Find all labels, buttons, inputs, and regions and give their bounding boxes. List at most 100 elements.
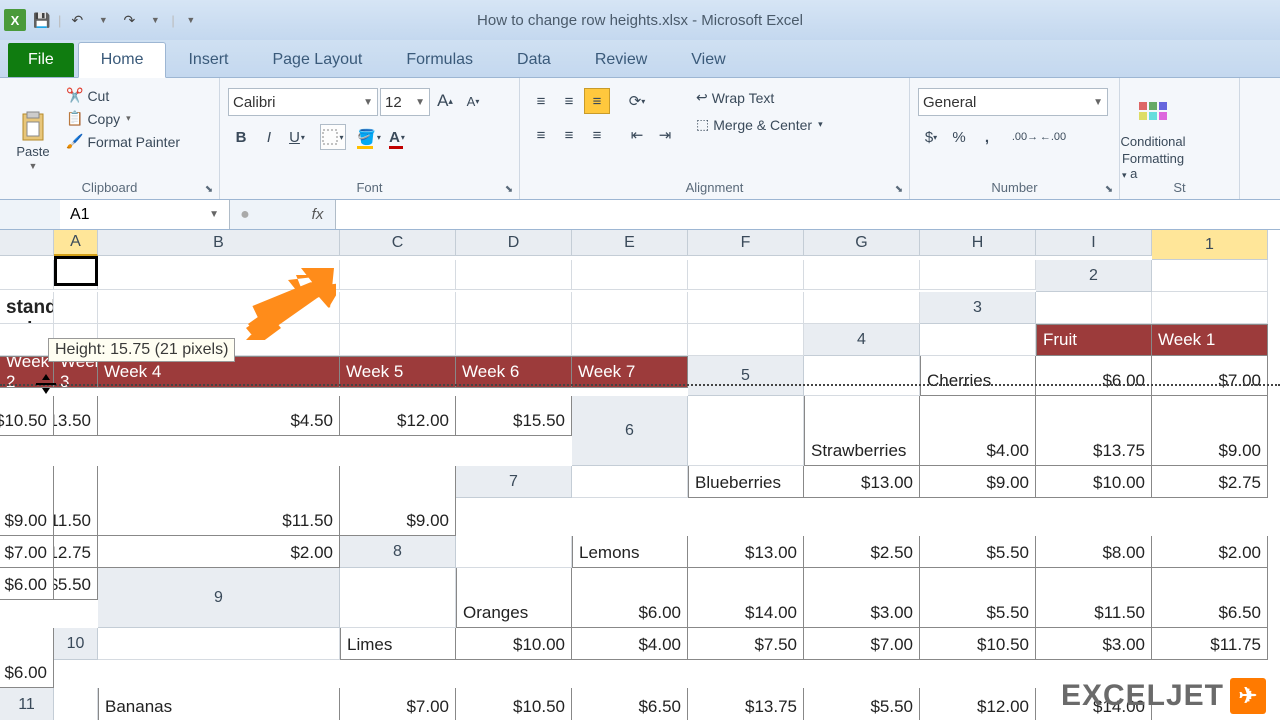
cell-B8[interactable]: Lemons [572, 536, 688, 568]
cell-D11[interactable]: $10.50 [456, 688, 572, 720]
cell-F3[interactable] [340, 324, 456, 356]
cell-D7[interactable]: $9.00 [920, 466, 1036, 498]
redo-icon[interactable]: ↷ [119, 10, 139, 30]
tab-page-layout[interactable]: Page Layout [250, 43, 384, 77]
row-header-8[interactable]: 8 [340, 536, 456, 568]
row-header-10[interactable]: 10 [54, 628, 98, 660]
row-header-7[interactable]: 7 [456, 466, 572, 498]
merge-center-button[interactable]: ⬚Merge & Center▾ [692, 115, 827, 134]
cell-A6[interactable] [688, 396, 804, 466]
cell-C9[interactable]: $6.00 [572, 568, 688, 628]
cell-I3[interactable] [688, 324, 804, 356]
cell-G8[interactable]: $2.00 [1152, 536, 1268, 568]
cell-B4[interactable]: Fruit [1036, 324, 1152, 356]
column-header-H[interactable]: H [920, 230, 1036, 256]
cell-F2[interactable] [456, 292, 572, 324]
cell-G3[interactable] [456, 324, 572, 356]
cell-F11[interactable]: $13.75 [688, 688, 804, 720]
cell-G9[interactable]: $11.50 [1036, 568, 1152, 628]
align-center-icon[interactable]: ≡ [556, 122, 582, 148]
increase-indent-icon[interactable]: ⇥ [652, 122, 678, 148]
cell-E5[interactable]: $10.50 [0, 396, 54, 436]
cell-E7[interactable]: $10.00 [1036, 466, 1152, 498]
cell-H9[interactable]: $6.50 [1152, 568, 1268, 628]
copy-button[interactable]: 📋Copy▾ [62, 109, 184, 128]
cell-E9[interactable]: $3.00 [804, 568, 920, 628]
cell-G7[interactable]: $7.00 [0, 536, 54, 568]
cell-I7[interactable]: $2.00 [98, 536, 340, 568]
cell-D10[interactable]: $4.00 [572, 628, 688, 660]
cell-B11[interactable]: Bananas [98, 688, 340, 720]
cell-H2[interactable] [688, 292, 804, 324]
cell-F10[interactable]: $7.00 [804, 628, 920, 660]
align-left-icon[interactable]: ≡ [528, 122, 554, 148]
font-launcher-icon[interactable]: ⬊ [502, 182, 516, 196]
cell-F6[interactable]: $9.00 [0, 466, 54, 536]
cell-G11[interactable]: $5.50 [804, 688, 920, 720]
cell-E6[interactable]: $9.00 [1152, 396, 1268, 466]
cell-C3[interactable] [0, 324, 54, 356]
cell-G2[interactable] [572, 292, 688, 324]
cell-H6[interactable]: $11.50 [98, 466, 340, 536]
cell-B7[interactable]: Blueberries [688, 466, 804, 498]
name-box[interactable]: A1▼ [60, 200, 230, 229]
row-header-3[interactable]: 3 [920, 292, 1036, 324]
cell-D8[interactable]: $2.50 [804, 536, 920, 568]
cell-A1[interactable] [0, 260, 54, 290]
paste-dropdown-icon[interactable]: ▼ [29, 161, 38, 171]
cell-G5[interactable]: $4.50 [98, 396, 340, 436]
select-all-corner[interactable] [0, 230, 54, 256]
name-box-dropdown-icon[interactable]: ▼ [209, 209, 219, 220]
cell-G1[interactable] [688, 260, 804, 290]
cell-G10[interactable]: $10.50 [920, 628, 1036, 660]
align-middle-icon[interactable]: ≡ [556, 88, 582, 114]
row-header-5[interactable]: 5 [688, 356, 804, 396]
cell-F5[interactable]: $13.50 [54, 396, 98, 436]
alignment-launcher-icon[interactable]: ⬊ [892, 182, 906, 196]
cell-A2[interactable] [1152, 260, 1268, 292]
cell-E11[interactable]: $6.50 [572, 688, 688, 720]
cut-button[interactable]: ✂️Cut [62, 86, 184, 105]
wrap-text-button[interactable]: ↩Wrap Text [692, 88, 827, 107]
shrink-font-icon[interactable]: A▾ [460, 88, 486, 114]
cell-G6[interactable]: $11.50 [54, 466, 98, 536]
tab-review[interactable]: Review [573, 43, 669, 77]
cell-H11[interactable]: $12.00 [920, 688, 1036, 720]
cell-E10[interactable]: $7.50 [688, 628, 804, 660]
cell-C7[interactable]: $13.00 [804, 466, 920, 498]
row-header-4[interactable]: 4 [804, 324, 920, 356]
column-header-G[interactable]: G [804, 230, 920, 256]
cell-H10[interactable]: $3.00 [1036, 628, 1152, 660]
number-launcher-icon[interactable]: ⬊ [1102, 182, 1116, 196]
cell-B6[interactable]: Strawberries [804, 396, 920, 466]
cell-F7[interactable]: $2.75 [1152, 466, 1268, 498]
cell-H3[interactable] [572, 324, 688, 356]
cell-C8[interactable]: $13.00 [688, 536, 804, 568]
orientation-icon[interactable]: ⟳▾ [624, 88, 650, 114]
tab-data[interactable]: Data [495, 43, 573, 77]
worksheet[interactable]: ABCDEFGHI12Fruit stand sales34FruitWeek … [0, 230, 1280, 720]
tab-insert[interactable]: Insert [166, 43, 250, 77]
row-header-2[interactable]: 2 [1036, 260, 1152, 292]
undo-dropdown-icon[interactable]: ▼ [93, 10, 113, 30]
row-header-11[interactable]: 11 [0, 688, 54, 720]
tab-formulas[interactable]: Formulas [384, 43, 495, 77]
cell-B2[interactable]: Fruit stand sales [0, 292, 54, 324]
cell-B1[interactable] [54, 260, 98, 290]
comma-icon[interactable]: , [974, 124, 1000, 150]
decrease-decimal-icon[interactable]: ←.00 [1040, 124, 1066, 150]
fx-icon[interactable]: fx [300, 200, 336, 229]
clipboard-launcher-icon[interactable]: ⬊ [202, 182, 216, 196]
column-header-C[interactable]: C [340, 230, 456, 256]
font-color-button[interactable]: A▾ [384, 124, 410, 150]
cell-C10[interactable]: $10.00 [456, 628, 572, 660]
cell-A3[interactable] [1036, 292, 1152, 324]
row-header-9[interactable]: 9 [98, 568, 340, 628]
font-size-combo[interactable]: 12▼ [380, 88, 430, 116]
cell-D1[interactable] [340, 260, 456, 290]
number-format-combo[interactable]: General▼ [918, 88, 1108, 116]
cell-C11[interactable]: $7.00 [340, 688, 456, 720]
cell-H7[interactable]: $12.75 [54, 536, 98, 568]
cell-A4[interactable] [920, 324, 1036, 356]
cell-F8[interactable]: $8.00 [1036, 536, 1152, 568]
